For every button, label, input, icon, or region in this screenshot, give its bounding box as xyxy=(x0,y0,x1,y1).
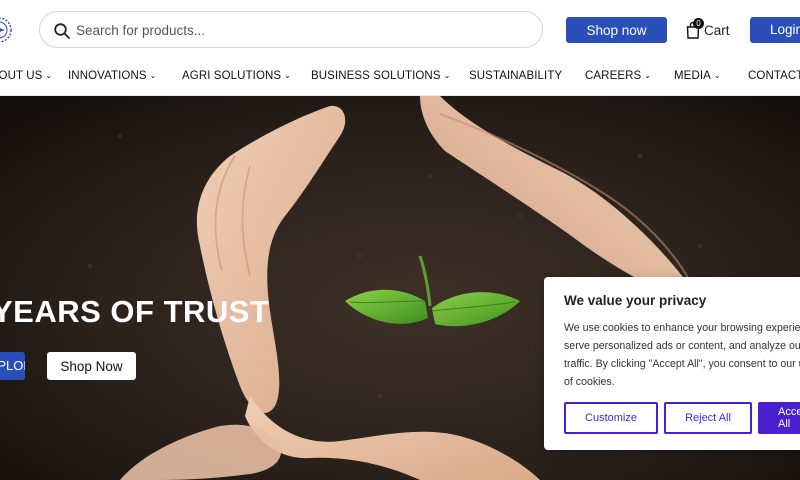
cookie-text-line: serve personalized ads or content, and a… xyxy=(564,340,800,352)
company-logo[interactable] xyxy=(0,12,12,48)
chevron-down-icon: ⌄ xyxy=(713,71,721,80)
hero-title: YEARS OF TRUST xyxy=(0,294,270,329)
nav-item-label: MEDIA xyxy=(674,70,711,82)
search-icon xyxy=(54,23,70,39)
reject-all-button[interactable]: Reject All xyxy=(664,402,752,434)
nav-item-label: SUSTAINABILITY xyxy=(469,70,563,82)
search-bar[interactable] xyxy=(39,11,543,48)
cart-label: Cart xyxy=(704,22,730,38)
nav-item-innovations[interactable]: INNOVATIONS ⌄ xyxy=(68,70,156,82)
customize-button[interactable]: Customize xyxy=(564,402,658,434)
cookie-text-line: We use cookies to enhance your browsing … xyxy=(564,322,800,334)
cookie-text-line: of cookies. xyxy=(564,376,615,388)
chevron-down-icon: ⌄ xyxy=(284,71,291,80)
nav-item-sustainability[interactable]: SUSTAINABILITY xyxy=(469,70,562,82)
nav-item-media[interactable]: MEDIA ⌄ xyxy=(674,70,721,82)
cart-count-badge: 0 xyxy=(693,18,704,29)
shopping-bag-icon: 0 xyxy=(686,18,704,39)
chevron-down-icon: ⌄ xyxy=(644,71,652,80)
nav-item-label: AGRI SOLUTIONS xyxy=(182,70,282,82)
chevron-down-icon: ⌄ xyxy=(149,71,157,80)
explore-button[interactable]: EXPLORE xyxy=(0,352,25,380)
nav-item-contact[interactable]: CONTACT xyxy=(748,70,800,82)
site-header: Shop now 0 Cart Login xyxy=(0,0,800,60)
hero-shop-now-button[interactable]: Shop Now xyxy=(47,352,136,380)
shop-now-button[interactable]: Shop now xyxy=(566,17,667,43)
login-button[interactable]: Login xyxy=(750,17,800,43)
cart-link[interactable]: 0 Cart xyxy=(686,18,730,41)
nav-item-business-solutions[interactable]: BUSINESS SOLUTIONS ⌄ xyxy=(311,70,450,82)
nav-item-label: INNOVATIONS xyxy=(68,70,147,82)
nav-item-label: ABOUT US xyxy=(0,70,43,82)
cookie-description: We use cookies to enhance your browsing … xyxy=(564,319,800,391)
nav-item-careers[interactable]: CAREERS ⌄ xyxy=(585,70,651,82)
nav-item-label: BUSINESS SOLUTIONS xyxy=(311,70,441,82)
nav-item-label: CONTACT xyxy=(748,70,800,82)
main-nav: ABOUT US⌄ INNOVATIONS⌄ AGRI SOLUTIONS⌄ B… xyxy=(0,60,800,96)
cookie-consent-dialog: We value your privacy We use cookies to … xyxy=(544,277,800,450)
nav-item-label: CAREERS xyxy=(585,70,642,82)
chevron-down-icon: ⌄ xyxy=(45,71,53,80)
nav-item-about-us[interactable]: ABOUT US⌄ xyxy=(0,70,52,82)
nav-item-agri-solutions[interactable]: AGRI SOLUTIONS ⌄ xyxy=(182,70,291,82)
cookie-text-line: traffic. By clicking "Accept All", you c… xyxy=(564,358,800,370)
chevron-down-icon: ⌄ xyxy=(443,71,451,80)
search-input[interactable] xyxy=(76,18,516,42)
accept-all-button[interactable]: Accept All xyxy=(758,402,800,434)
cookie-title: We value your privacy xyxy=(564,293,707,308)
